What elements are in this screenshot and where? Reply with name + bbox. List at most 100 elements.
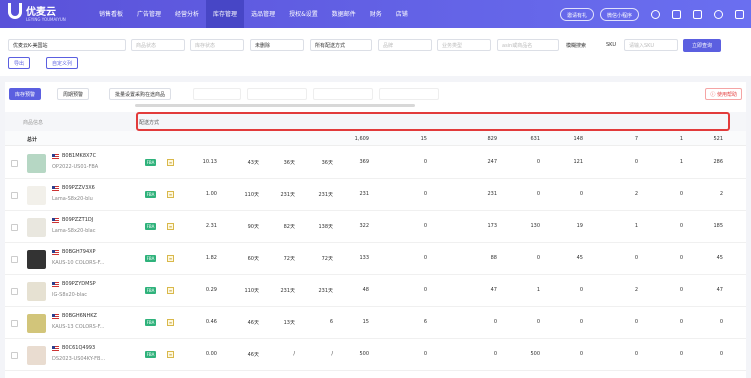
invite-button[interactable]: 邀请有礼 [560,7,595,21]
row-checkbox[interactable] [11,352,18,359]
table-row[interactable]: B09PZZT1DJ Lama-S8x20-blac FBA ≡ 2.31 90天 82天 1… [5,211,746,243]
product-thumbnail[interactable] [27,346,46,365]
row-value: 0 [634,319,638,325]
row-value: 10.13 [202,159,217,165]
row-checkbox[interactable] [11,192,18,199]
asin-link[interactable]: B09PZZT1DJ [62,217,93,223]
nav-item-sales[interactable]: 销售看板 [92,0,130,28]
cycle-warning-button[interactable]: 周期预警 [57,88,90,100]
row-value: 82天 [283,224,295,230]
stock-warning-button[interactable]: 库存预警 [9,88,42,100]
toolbar-button-7[interactable] [379,88,439,100]
nav-item-settings[interactable]: 授权&设置 [282,0,325,28]
logistics-icon[interactable]: ≡ [167,191,174,198]
batch-set-transit-button[interactable]: 批量设置采购在途商品 [109,88,172,100]
row-value: 0 [634,159,638,165]
nav-item-product[interactable]: 选品管理 [244,0,282,28]
toolbar-button-5[interactable] [247,88,307,100]
logistics-icon[interactable]: ≡ [167,351,174,358]
table-row[interactable]: B09PZZV3X6 Lama-S8x20-blu FBA ≡ 1.00 110天 231天… [5,179,746,211]
logistics-icon[interactable]: ≡ [167,255,174,262]
table-row[interactable]: B0BGH6NHKZ KAUS-13 COLORS-F... FBA ≡ 0.46 46天… [5,307,746,339]
table-row[interactable]: B0C61Q4993 DS2023-US04KY-FB... FBA ≡ 0.00 46天… [5,339,746,371]
row-value: 45 [576,255,583,261]
total-label: 总计 [27,137,38,143]
logistics-icon[interactable]: ≡ [167,319,174,326]
table-row[interactable]: B0BGH794XP KAUS-10 COLORS-F... FBA ≡ 1.82 60天… [5,243,746,275]
us-flag-icon [52,250,59,255]
sku-input[interactable]: 请输入SKU [624,39,678,51]
row-value: 1.82 [205,255,217,261]
asin-link[interactable]: B0BGH6NHKZ [62,313,97,319]
status-select[interactable]: 商品状态 [131,39,185,51]
row-checkbox[interactable] [11,288,18,295]
product-thumbnail[interactable] [27,218,46,237]
toolbar-button-4[interactable] [193,88,241,100]
nav-item-analysis[interactable]: 经营分析 [168,0,206,28]
asin-link[interactable]: B09PZZV3X6 [62,185,95,191]
row-value: 0 [423,255,427,261]
asin-link[interactable]: B09PZYDMSP [62,281,96,287]
shop-select[interactable]: 优麦云K-美国站 [8,39,126,51]
product-thumbnail[interactable] [27,186,46,205]
us-flag-icon [52,186,59,191]
row-checkbox[interactable] [11,256,18,263]
product-thumbnail[interactable] [27,154,46,173]
row-value: 0 [493,319,497,325]
row-value: 173 [487,223,497,229]
nav-item-shop[interactable]: 店铺 [389,0,415,28]
fuzzy-select[interactable]: 模糊搜索 [566,39,604,51]
mini-app-button[interactable]: 微信小程序 [600,7,640,21]
row-checkbox[interactable] [11,224,18,231]
row-value: 48 [362,287,369,293]
row-value: 0 [423,191,427,197]
row-value: 47 [716,287,723,293]
logistics-icon[interactable]: ≡ [167,159,174,166]
row-value: 0 [719,351,723,357]
export-button[interactable]: 导出 [8,57,31,69]
business-select[interactable]: 业务类型 [437,39,491,51]
asin-input[interactable]: asin或商品名 [497,39,559,51]
nav-item-email[interactable]: 数据邮件 [325,0,363,28]
nav-item-ads[interactable]: 广告管理 [130,0,168,28]
toolbar-button-6[interactable] [313,88,373,100]
row-value: 72天 [283,256,295,262]
bell-icon[interactable] [714,9,724,19]
product-thumbnail[interactable] [27,250,46,269]
row-value: 2 [634,191,638,197]
table-row[interactable]: B09PZYDMSP IG-S8x20-blac FBA ≡ 0.29 110天 231天 2… [5,275,746,307]
custom-columns-button[interactable]: 自定义列 [46,57,79,69]
row-value: 88 [490,255,497,261]
chart-icon[interactable] [693,9,703,19]
us-flag-icon [52,282,59,287]
asin-link[interactable]: B0BGH794XP [62,249,96,255]
brand-select[interactable]: 品牌 [378,39,432,51]
us-flag-icon [52,218,59,223]
horizontal-scrollbar[interactable] [135,104,415,107]
row-value: 138天 [318,224,333,230]
row-checkbox[interactable] [11,160,18,167]
row-value: 0.46 [205,319,217,325]
row-checkbox[interactable] [11,320,18,327]
search-button[interactable]: 立即查询 [683,39,721,52]
table-row[interactable]: B0B1MK8X7C OP2022-US01-FBA FBA ≡ 10.13 43天 36天… [5,147,746,179]
message-icon[interactable] [672,9,682,19]
nav-item-finance[interactable]: 财务 [363,0,389,28]
logistics-icon[interactable]: ≡ [167,287,174,294]
app-logo[interactable]: 优麦云 LEYING YOUMAIYUN [8,3,88,25]
delivery-select[interactable]: 所有配送方式 [310,39,372,51]
row-value: 1 [679,159,683,165]
logistics-icon[interactable]: ≡ [167,223,174,230]
product-thumbnail[interactable] [27,314,46,333]
help-button[interactable]: ⓘ 使用帮助 [705,88,742,100]
asin-link[interactable]: B0C61Q4993 [62,345,95,351]
asin-link[interactable]: B0B1MK8X7C [62,153,96,159]
nav-item-inventory[interactable]: 库存管理 [206,0,245,28]
window-icon[interactable] [735,9,745,19]
deleted-select[interactable]: 未删除 [250,39,304,51]
row-value: 0 [679,287,683,293]
stock-select[interactable]: 库存状态 [190,39,244,51]
help-icon[interactable] [651,9,661,19]
total-value: 521 [713,136,723,142]
product-thumbnail[interactable] [27,282,46,301]
